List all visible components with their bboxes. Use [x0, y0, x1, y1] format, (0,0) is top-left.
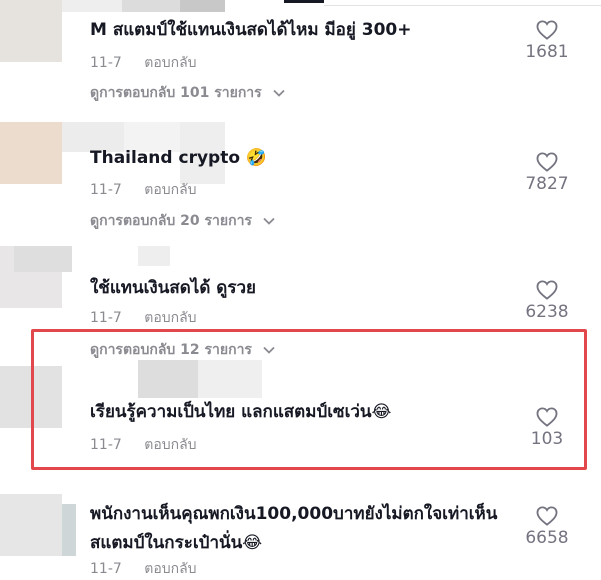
view-replies-label: ดูการตอบกลับ 101 รายการ — [90, 85, 262, 101]
avatar-blur — [0, 0, 62, 62]
avatar-blur — [122, 0, 180, 12]
like-count: 6238 — [525, 302, 569, 322]
heart-icon[interactable] — [536, 280, 558, 300]
view-replies-label: ดูการตอบกลับ 20 รายการ — [90, 213, 252, 229]
reply-button[interactable]: ตอบกลับ — [144, 310, 196, 326]
comment-meta: 11-7 ตอบกลับ — [90, 52, 197, 74]
comment-date: 11-7 — [90, 310, 122, 326]
like-area: 6238 — [517, 280, 577, 322]
comment-text: M สแตมป์ใช้แทนเงินสดได้ไหม มีอยู่ 300+ — [90, 16, 411, 45]
avatar-blur — [138, 246, 170, 266]
avatar-blur — [180, 0, 225, 12]
comment-item: พนักงานเห็นคุณพกเงิน100,000บาทยังไม่ตกใจ… — [0, 490, 601, 579]
comment-text-line: สแตมป์ในกระเป๋านั่น😂 — [90, 533, 263, 553]
reply-button[interactable]: ตอบกลับ — [144, 561, 196, 577]
chevron-down-icon — [272, 89, 285, 97]
like-area: 6658 — [517, 506, 577, 548]
comment-meta: 11-7 ตอบกลับ — [90, 179, 197, 201]
comment-text-line: พนักงานเห็นคุณพกเงิน100,000บาทยังไม่ตกใจ… — [90, 504, 498, 524]
view-replies-button[interactable]: ดูการตอบกลับ 101 รายการ — [90, 82, 285, 104]
heart-icon[interactable] — [536, 152, 558, 172]
comment-meta: 11-7 ตอบกลับ — [90, 307, 197, 329]
reply-button[interactable]: ตอบกลับ — [144, 55, 196, 71]
like-count: 6658 — [525, 528, 569, 548]
avatar-blur — [14, 246, 72, 272]
chevron-down-icon — [263, 217, 275, 225]
comment-text-line: ใช้แทนเงินสดได้ ดูรวย — [90, 278, 256, 298]
like-area: 1681 — [517, 20, 577, 62]
avatar-blur — [0, 494, 62, 556]
avatar-blur — [62, 504, 76, 556]
like-count: 1681 — [525, 42, 569, 62]
comment-date: 11-7 — [90, 182, 122, 198]
highlight-box — [31, 329, 587, 470]
comment-date: 11-7 — [90, 55, 122, 71]
like-area: 7827 — [517, 152, 577, 194]
like-count: 7827 — [525, 174, 569, 194]
comment-text: พนักงานเห็นคุณพกเงิน100,000บาทยังไม่ตกใจ… — [90, 500, 497, 558]
view-replies-button[interactable]: ดูการตอบกลับ 20 รายการ — [90, 210, 275, 232]
comment-text: ใช้แทนเงินสดได้ ดูรวย — [90, 274, 256, 303]
comment-meta: 11-7 ตอบกลับ — [90, 558, 197, 580]
comment-text: Thailand crypto 🤣 — [90, 144, 267, 173]
avatar-blur — [0, 122, 62, 184]
heart-icon[interactable] — [536, 20, 558, 40]
avatar-blur — [62, 0, 122, 12]
comment-date: 11-7 — [90, 561, 122, 577]
reply-button[interactable]: ตอบกลับ — [144, 182, 196, 198]
comment-item: M สแตมป์ใช้แทนเงินสดได้ไหม มีอยู่ 300+ 1… — [0, 0, 601, 130]
comment-text-line: M สแตมป์ใช้แทนเงินสดได้ไหม มีอยู่ 300+ — [90, 20, 412, 40]
comment-text-line: Thailand crypto 🤣 — [90, 148, 268, 168]
comment-item: Thailand crypto 🤣 11-7 ตอบกลับ ดูการตอบก… — [0, 122, 601, 252]
heart-icon[interactable] — [536, 506, 558, 526]
